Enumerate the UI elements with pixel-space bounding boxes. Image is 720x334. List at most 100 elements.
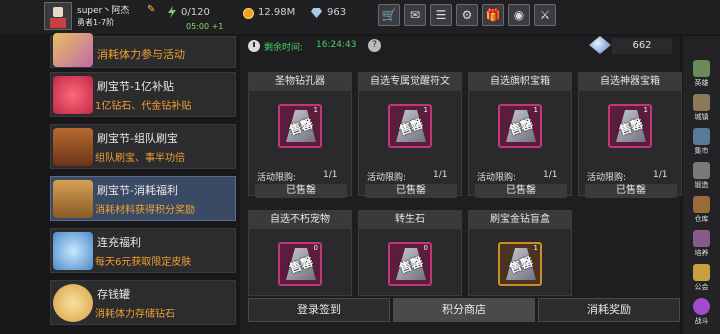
gems-value: 963	[327, 7, 347, 18]
sword-icon[interactable]: ⚔	[534, 4, 556, 26]
shop-card[interactable]: 自选不朽宠物 0 售罄	[248, 210, 352, 296]
rebirth-stone-icon: 0 售罄	[388, 242, 432, 286]
rail-warehouse[interactable]: 仓库	[685, 194, 718, 227]
card-title: 自选神器宝箱	[579, 73, 681, 91]
player-avatar[interactable]	[44, 2, 72, 30]
warehouse-icon	[693, 196, 710, 213]
rail-battle[interactable]: 战斗	[685, 296, 718, 329]
activity-subtitle: 组队刷宝、事半功倍	[95, 153, 185, 164]
rail-market[interactable]: 集市	[685, 126, 718, 159]
username: super丶阿杰	[77, 6, 130, 16]
bottom-tabs: 登录签到 积分商店 消耗奖励	[240, 298, 680, 322]
countdown-label: 剩余时间:	[264, 43, 304, 53]
activity-subtitle: 每天6元获取限定皮肤	[95, 257, 192, 268]
sold-out-button[interactable]: 已售罄	[365, 184, 457, 198]
hero-icon	[693, 60, 710, 77]
card-title: 刷宝金钻盲盒	[469, 211, 571, 229]
shop-card[interactable]: 自选神器宝箱 1 售罄 活动限购: 1/1 已售罄	[578, 72, 682, 198]
mail-icon[interactable]: ✉	[404, 4, 426, 26]
anvil-icon	[693, 162, 710, 179]
activity-item-consume[interactable]: 刷宝节-消耗福利 消耗材料获得积分奖励	[50, 176, 236, 221]
chat-icon[interactable]: ☰	[430, 4, 452, 26]
rail-hero[interactable]: 英雄	[685, 58, 718, 91]
activity-title: 消耗体力参与活动	[97, 48, 185, 61]
limit-label: 活动限购:	[587, 173, 627, 183]
player-title: 勇者1-7阶	[77, 18, 115, 27]
activity-item-recharge[interactable]: 连充福利 每天6元获取限定皮肤	[50, 228, 236, 273]
battle-icon	[693, 298, 710, 315]
limit-label: 活动限购:	[367, 173, 407, 183]
drill-item-icon: 1 售罄	[278, 104, 322, 148]
clock-icon	[248, 40, 260, 52]
countdown-value: 16:24:43	[316, 40, 357, 50]
top-bar: super丶阿杰 勇者1-7阶 ✎ 0/120 05:00 +1 12.98M …	[0, 0, 720, 34]
shop-card[interactable]: 转生石 0 售罄	[358, 210, 462, 296]
tab-points-shop[interactable]: 积分商店	[393, 298, 535, 322]
limit-label: 活动限购:	[477, 173, 517, 183]
tab-login-checkin[interactable]: 登录签到	[248, 298, 390, 322]
activity-title: 连充福利	[97, 236, 141, 249]
diamond-icon	[311, 8, 322, 18]
rail-guild[interactable]: 公会	[685, 262, 718, 295]
rail-train[interactable]: 培养	[685, 228, 718, 261]
card-title: 圣物钻孔器	[249, 73, 351, 91]
sold-out-button[interactable]: 已售罄	[585, 184, 677, 198]
activity-subtitle: 1亿钻石、代金钻补贴	[95, 101, 192, 112]
activity-title: 刷宝节-组队刷宝	[97, 132, 178, 145]
limit-value: 1/1	[433, 170, 448, 180]
pet-item-icon: 0 售罄	[278, 242, 322, 286]
rail-town[interactable]: 城镇	[685, 92, 718, 125]
flag-chest-icon: 1 售罄	[498, 104, 542, 148]
train-icon	[693, 230, 710, 247]
shop-icon[interactable]: 🛒	[378, 4, 400, 26]
crystal-icon	[53, 232, 93, 270]
stamina-icon	[168, 6, 176, 18]
rail-forge[interactable]: 锻造	[685, 160, 718, 193]
blind-box-icon: 1 售罄	[498, 242, 542, 286]
points-value: 662	[612, 38, 672, 54]
card-title: 自选专属觉醒符文	[359, 73, 461, 91]
shop-card[interactable]: 刷宝金钻盲盒 1 售罄	[468, 210, 572, 296]
open-chest-icon	[53, 180, 93, 218]
activity-list: 消耗体力参与活动 刷宝节-1亿补贴 1亿钻石、代金钻补贴 刷宝节-组队刷宝 组队…	[50, 33, 236, 334]
points-crystal-icon	[589, 36, 611, 54]
activity-title: 刷宝节-消耗福利	[97, 184, 178, 197]
help-icon[interactable]: ?	[368, 39, 381, 52]
points-shop-panel: 剩余时间: 16:24:43 ? 662 圣物钻孔器 1 售罄 活动限购: 1/1…	[240, 36, 682, 334]
limit-value: 1/1	[323, 170, 338, 180]
town-icon	[693, 94, 710, 111]
limit-value: 1/1	[543, 170, 558, 180]
sold-out-button[interactable]: 已售罄	[255, 184, 347, 198]
lottery-icon[interactable]: ◉	[508, 4, 530, 26]
activity-title: 存钱罐	[97, 288, 130, 301]
artifact-chest-icon: 1 售罄	[608, 104, 652, 148]
activity-item-subsidy[interactable]: 刷宝节-1亿补贴 1亿钻石、代金钻补贴	[50, 72, 236, 117]
activity-item-stamina[interactable]: 消耗体力参与活动	[50, 33, 236, 68]
edit-icon[interactable]: ✎	[147, 4, 155, 15]
sold-out-button[interactable]: 已售罄	[475, 184, 567, 198]
gift-icon[interactable]: 🎁	[482, 4, 504, 26]
piggy-bank-icon	[53, 284, 93, 322]
limit-value: 1/1	[653, 170, 668, 180]
gold-value: 12.98M	[258, 7, 296, 18]
shop-card[interactable]: 圣物钻孔器 1 售罄 活动限购: 1/1 已售罄	[248, 72, 352, 198]
shop-card[interactable]: 自选专属觉醒符文 1 售罄 活动限购: 1/1 已售罄	[358, 72, 462, 198]
rune-item-icon: 1 售罄	[388, 104, 432, 148]
card-title: 自选不朽宠物	[249, 211, 351, 229]
activity-item-team[interactable]: 刷宝节-组队刷宝 组队刷宝、事半功倍	[50, 124, 236, 169]
market-icon	[693, 128, 710, 145]
shop-card[interactable]: 自选旗帜宝箱 1 售罄 活动限购: 1/1 已售罄	[468, 72, 572, 198]
limit-label: 活动限购:	[257, 173, 297, 183]
card-title: 转生石	[359, 211, 461, 229]
treasure-chest-icon	[53, 128, 93, 166]
stamina-value: 0/120	[181, 7, 210, 18]
activity-item-piggy[interactable]: 存钱罐 消耗体力存储钻石	[50, 280, 236, 325]
tab-consume-reward[interactable]: 消耗奖励	[538, 298, 680, 322]
activity-subtitle: 消耗体力存储钻石	[95, 309, 175, 320]
activity-subtitle: 消耗材料获得积分奖励	[95, 205, 195, 216]
settings-icon[interactable]: ⚙	[456, 4, 478, 26]
flower-icon	[53, 76, 93, 114]
activity-title: 刷宝节-1亿补贴	[97, 80, 174, 93]
gold-icon	[243, 8, 254, 19]
game-screen: super丶阿杰 勇者1-7阶 ✎ 0/120 05:00 +1 12.98M …	[0, 0, 720, 334]
